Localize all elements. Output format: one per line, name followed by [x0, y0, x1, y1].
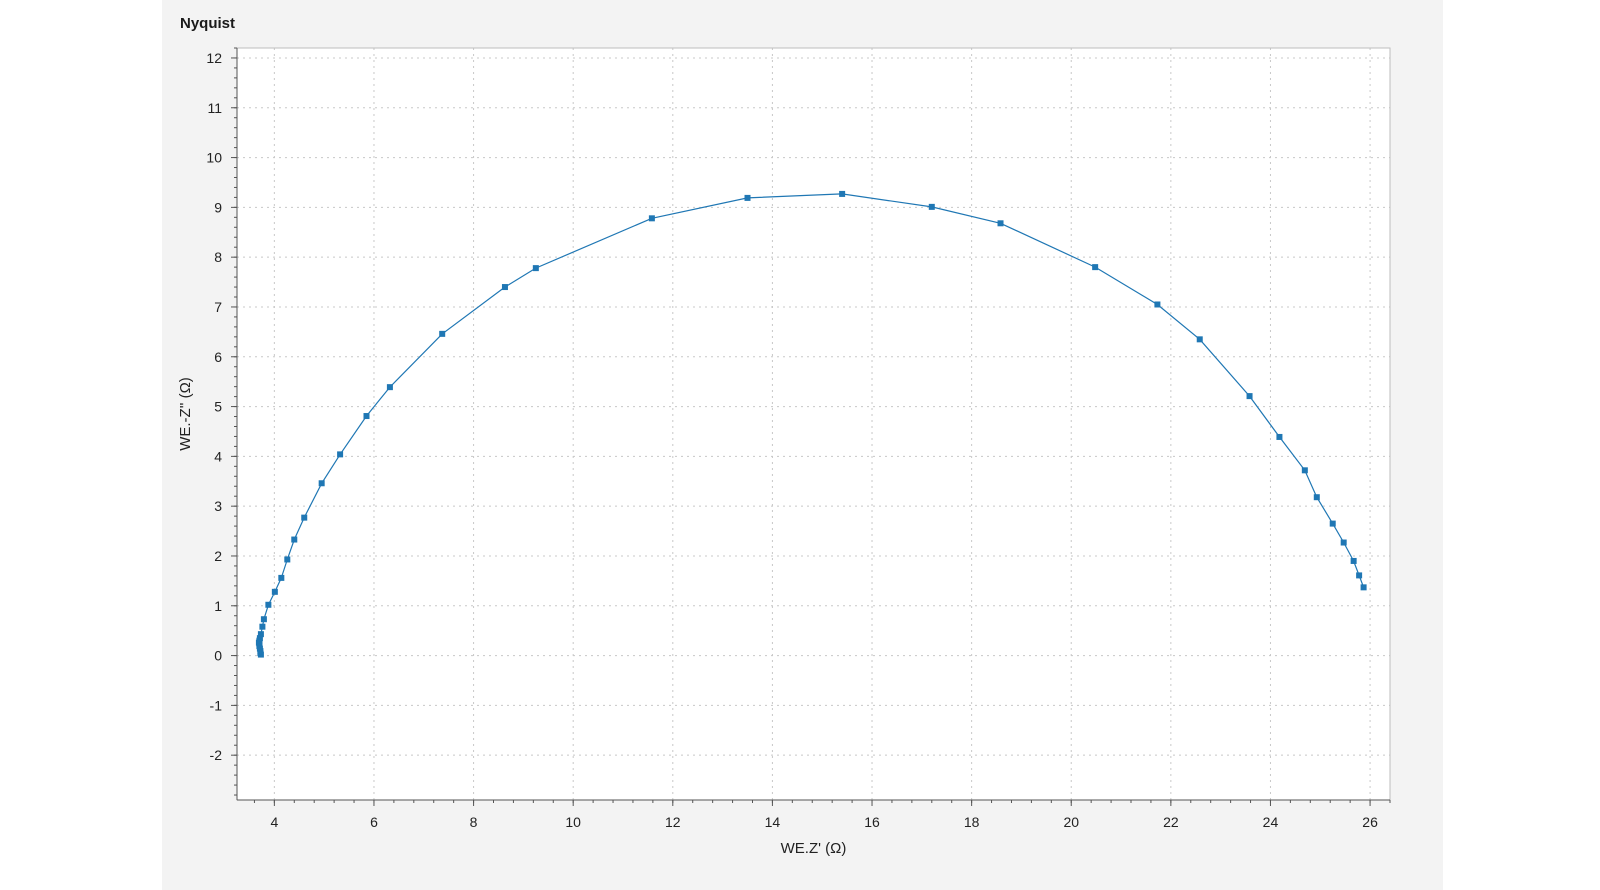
data-point — [337, 451, 344, 458]
y-tick-label: -2 — [210, 747, 223, 763]
data-point — [259, 623, 266, 630]
data-point — [301, 514, 308, 521]
y-axis-label: WE.-Z'' (Ω) — [177, 377, 194, 451]
data-point — [386, 384, 393, 391]
plot-area — [237, 48, 1390, 800]
x-axis-label: WE.Z' (Ω) — [781, 840, 847, 857]
x-tick-label: 22 — [1163, 814, 1179, 830]
y-tick-label: 11 — [207, 100, 222, 116]
data-point — [318, 480, 325, 487]
x-tick-label: 6 — [370, 814, 378, 830]
data-point — [1360, 584, 1367, 591]
data-point — [1092, 264, 1099, 271]
y-tick-label: 1 — [214, 598, 222, 614]
x-tick-label: 18 — [964, 814, 980, 830]
data-point — [265, 601, 272, 608]
data-point — [1196, 336, 1203, 343]
x-tick-label: 24 — [1263, 814, 1279, 830]
data-point — [532, 265, 539, 272]
data-point — [1329, 520, 1336, 527]
data-point — [1276, 433, 1283, 440]
data-point — [1313, 494, 1320, 501]
x-tick-label: 12 — [665, 814, 681, 830]
y-tick-label: 4 — [214, 448, 222, 464]
data-point — [284, 556, 291, 563]
chart-panel: Nyquist 4 6 8 10 12 14 16 18 20 22 24 26 -2 -1 0 1 2 3 4 5 6… — [162, 0, 1443, 890]
y-tick-label: 7 — [214, 299, 222, 315]
x-tick-label: 16 — [864, 814, 880, 830]
y-tick-label: 5 — [214, 399, 222, 415]
data-point — [648, 215, 655, 222]
y-tick-label: 10 — [206, 150, 222, 166]
x-tick-label: 10 — [565, 814, 581, 830]
data-point — [1340, 539, 1347, 546]
y-tick-label: 2 — [214, 548, 222, 564]
y-tick-label: 12 — [206, 50, 222, 66]
data-point — [997, 220, 1004, 227]
data-point — [1350, 557, 1357, 564]
data-point — [271, 588, 278, 595]
data-point — [1301, 467, 1308, 474]
data-point — [928, 203, 935, 210]
x-tick-label: 14 — [765, 814, 781, 830]
data-point — [363, 413, 370, 420]
nyquist-chart: 4 6 8 10 12 14 16 18 20 22 24 26-2-1012345678910111… — [177, 47, 1391, 857]
data-point — [1154, 301, 1161, 308]
data-point — [278, 574, 285, 581]
data-point — [439, 330, 446, 337]
y-tick-label: 9 — [214, 199, 222, 215]
y-tick-label: -1 — [210, 697, 223, 713]
y-tick-label: 6 — [214, 349, 222, 365]
x-tick-label: 26 — [1362, 814, 1378, 830]
y-tick-label: 3 — [214, 498, 222, 514]
y-tick-label: 8 — [214, 249, 222, 265]
data-point — [291, 536, 298, 543]
data-point — [1246, 393, 1253, 400]
data-point — [839, 190, 846, 197]
x-tick-label: 4 — [270, 814, 278, 830]
data-point — [1356, 572, 1363, 579]
data-point — [744, 194, 751, 201]
data-point — [260, 616, 267, 623]
data-point — [501, 284, 508, 291]
x-tick-label: 8 — [470, 814, 478, 830]
x-tick-label: 20 — [1063, 814, 1079, 830]
data-point — [257, 631, 264, 638]
y-tick-label: 0 — [214, 648, 222, 664]
